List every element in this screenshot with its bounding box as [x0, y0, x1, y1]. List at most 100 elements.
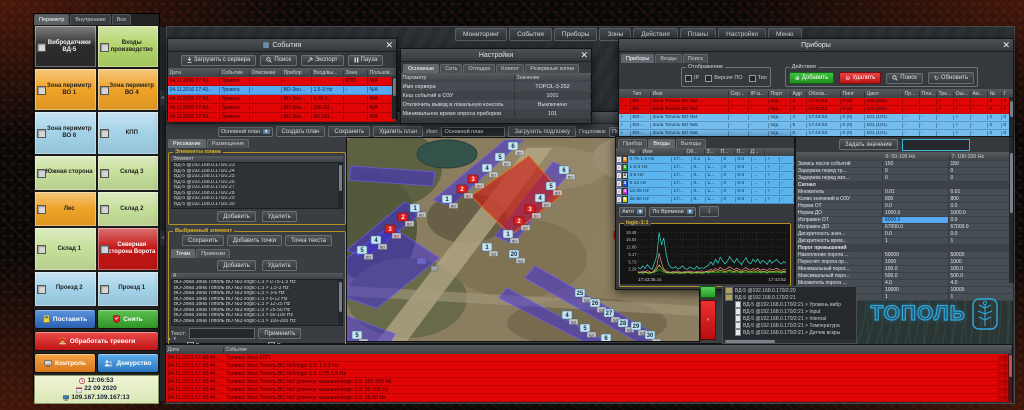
- device-row[interactable]: +ВО-...Зона Тополь ВО №2 ...--logi...217…: [619, 98, 1013, 106]
- alarm-row[interactable]: 04.11.2016 17:43:44...Тревога Зона Топол…: [166, 362, 1012, 370]
- zone-checkbox[interactable]: [37, 86, 46, 95]
- scale-select[interactable]: Авто▼: [619, 207, 646, 217]
- param-row[interactable]: Запись после событий150150: [796, 161, 1013, 168]
- scrollbar[interactable]: [1008, 354, 1012, 401]
- close-icon[interactable]: ✕: [385, 39, 393, 51]
- text-input[interactable]: [189, 328, 255, 339]
- apply-button[interactable]: Применить: [258, 328, 301, 339]
- zone-button-14[interactable]: Проезд 1: [97, 271, 160, 307]
- settings-tab-1[interactable]: Основные: [403, 64, 439, 73]
- zone-button-5[interactable]: Зона периметр ВО 6: [34, 111, 97, 154]
- tree-item[interactable]: ВД-5 @192.168.0.170/2:21 > Температура: [723, 322, 856, 329]
- zone-checkbox[interactable]: [37, 245, 46, 254]
- point-remove-button[interactable]: Удалить: [262, 260, 297, 271]
- scrollbar[interactable]: [338, 280, 342, 325]
- zone-button-10[interactable]: Склад 2: [97, 191, 160, 227]
- plan-select[interactable]: Основной план▼: [218, 127, 273, 137]
- param-row[interactable]: Исправен ОТ6000.00.0: [796, 217, 1013, 224]
- export-button[interactable]: Экспорт: [301, 55, 344, 66]
- zone-checkbox[interactable]: [100, 43, 109, 52]
- scrollbar[interactable]: [1009, 97, 1013, 136]
- zone-button-4[interactable]: Зона периметр ВО 4: [97, 68, 160, 111]
- alarm-row[interactable]: 04.11.2016 17:43:45...Тревога Зона КПП+: [166, 354, 1012, 362]
- inputs-tab-3[interactable]: Выходы: [676, 139, 706, 148]
- points-tab-1[interactable]: Точки: [171, 249, 195, 258]
- devices-tab-3[interactable]: Поиск: [683, 54, 708, 63]
- save-plan-button[interactable]: Сохранить: [328, 126, 370, 137]
- devices-table-header[interactable]: ТипИмяСер...IP-а...ПортАдрОбнов...ПингЦи…: [619, 89, 1013, 98]
- set-value-input[interactable]: [902, 139, 970, 151]
- zone-checkbox[interactable]: [100, 285, 109, 294]
- param-row[interactable]: Сигнал: [796, 182, 1013, 189]
- device-refresh-button[interactable]: ↻Обновить: [928, 72, 974, 84]
- plan-element-item[interactable]: ВД-5 @192.168.0.170/2.30: [172, 202, 342, 208]
- element-add-button[interactable]: Добавить: [217, 211, 256, 222]
- h-scrollbar[interactable]: [723, 339, 856, 343]
- indicator-ok-segment[interactable]: [700, 286, 716, 298]
- param-row[interactable]: Исправен ДО67000.067000.0: [796, 224, 1013, 231]
- zone-button-7[interactable]: Южная сторона: [34, 155, 97, 191]
- input-channel-row[interactable]: ✓36-12 Hz17:...0...1...00.0...+-: [616, 180, 794, 188]
- input-channel-row[interactable]: ✓00.75-1.5 Hz17:...0.11...00.0...+-: [616, 156, 794, 164]
- zone-button-12[interactable]: Северная сторона Ворота: [97, 227, 160, 270]
- text-point-button[interactable]: Точка текста: [285, 235, 332, 246]
- settings-window-titlebar[interactable]: Настройки ✕: [401, 49, 591, 62]
- alarm-row[interactable]: 04.11.2016 17:43:44...Тревога Зона Топол…: [166, 386, 1012, 394]
- zone-checkbox[interactable]: [100, 129, 109, 138]
- zone-checkbox[interactable]: [100, 205, 109, 214]
- param-row[interactable]: Задержка перед взя...00: [796, 175, 1013, 182]
- input-channel-row[interactable]: ✓23-6 Hz17:...0...1...00.0...+-: [616, 172, 794, 180]
- pause-button[interactable]: Пауза: [348, 55, 384, 66]
- devices-tab-2[interactable]: Входы: [655, 54, 681, 63]
- events-table-header[interactable]: ДатаСобытиеОписаниеПриборВход/вы...ЗонаП…: [168, 68, 396, 77]
- tree-item[interactable]: ВД-5 @192.168.0.170/2:21 > Уровень вибр: [723, 301, 856, 308]
- zone-checkbox[interactable]: [37, 169, 46, 178]
- set-value-button[interactable]: Задать значение: [839, 139, 898, 150]
- zone-button-6[interactable]: КПП: [97, 111, 160, 154]
- zone-checkbox[interactable]: [37, 43, 46, 52]
- zone-button-9[interactable]: Лес: [34, 191, 97, 227]
- close-icon[interactable]: ✕: [1002, 39, 1010, 51]
- main-tab-2[interactable]: События: [509, 28, 552, 41]
- settings-row[interactable]: Кеш событий в ОЗУ1001: [401, 91, 591, 100]
- scrollbar[interactable]: [392, 77, 396, 119]
- settings-row[interactable]: Имя сервераTOPOL-3-252: [401, 82, 591, 91]
- settings-row[interactable]: Отключить вывод в локальную консольВыклю…: [401, 100, 591, 109]
- points-tab-2[interactable]: Привязки: [196, 249, 230, 258]
- display-option-version[interactable]: Версия ПО: [705, 75, 742, 82]
- mode-select[interactable]: По Времени▼: [649, 207, 696, 217]
- event-row[interactable]: 04.11.2016 17:43...Тревога-ВО-Зон...1.5-…: [168, 86, 396, 95]
- zone-button-3[interactable]: Зона периметр ВО 1: [34, 68, 97, 111]
- zone-checkbox[interactable]: [100, 86, 109, 95]
- device-row[interactable]: +ВО-...Зона Тополь ВО №5--logi...517:43:…: [619, 122, 1013, 130]
- input-channel-row[interactable]: ✓11.5-3 Hz17:...0...1...00.0...+-: [616, 164, 794, 172]
- param-row[interactable]: Пересчёт порога пр...10001000: [796, 259, 1013, 266]
- zone-checkbox[interactable]: [100, 169, 109, 178]
- device-search-button[interactable]: Поиск: [886, 73, 923, 84]
- device-add-button[interactable]: ⊕Добавить: [789, 72, 835, 84]
- display-option-ip[interactable]: IP: [685, 75, 699, 82]
- device-delete-button[interactable]: ⊖Удалить: [839, 72, 881, 84]
- settings-table-header[interactable]: Параметр Значение: [401, 73, 591, 82]
- indicator-alarm-segment[interactable]: ›: [700, 300, 716, 340]
- disarm-button[interactable]: Снять: [97, 309, 159, 329]
- tree-item[interactable]: ВД-5 @192.168.0.170/2:21: [723, 294, 856, 301]
- element-remove-button[interactable]: Удалить: [262, 211, 297, 222]
- alarm-row[interactable]: 04.11.2016 17:43:44...Тревога Зона Топол…: [166, 378, 1012, 386]
- alarm-row[interactable]: 04.11.2016 17:43:44...Тревога Зона Топол…: [166, 370, 1012, 378]
- input-channel-row[interactable]: ✓412-25 Hz17:...0...1...00.0...+-: [616, 188, 794, 196]
- param-row[interactable]: Норма ОТ0.00.0: [796, 203, 1013, 210]
- settings-tab-2[interactable]: Сеть: [440, 64, 462, 73]
- zone-button-2[interactable]: Входы производство: [97, 25, 160, 68]
- devices-window-titlebar[interactable]: Приборы ✕: [619, 39, 1013, 52]
- add-points-button[interactable]: Добавить точки: [227, 235, 282, 246]
- zone-checkbox[interactable]: [37, 285, 46, 294]
- main-tab-3[interactable]: Приборы: [554, 28, 598, 41]
- zone-button-1[interactable]: Вибродатчики ВД-5: [34, 25, 97, 68]
- point-add-button[interactable]: Добавить: [217, 260, 256, 271]
- settings-row[interactable]: Минимальное время опроса приборов101: [401, 109, 591, 118]
- plan-mode-tab-2[interactable]: Размещение: [207, 139, 250, 148]
- arm-button[interactable]: Поставить: [34, 309, 96, 329]
- alarm-row[interactable]: 04.11.2016 17:43:44...Тревога Зона Топол…: [166, 394, 1012, 402]
- control-button[interactable]: Контроль: [34, 353, 96, 373]
